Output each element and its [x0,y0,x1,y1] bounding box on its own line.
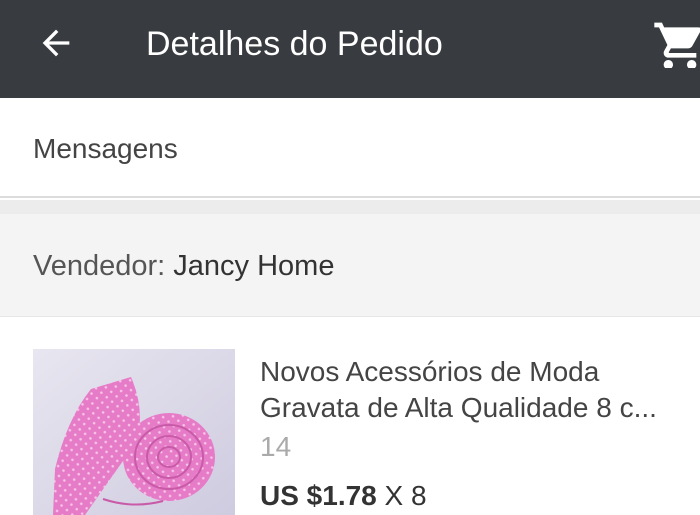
pink-necktie-image [33,349,235,515]
seller-name: Jancy Home [173,250,335,282]
seller-prefix: Vendedor: [33,250,166,282]
cart-button[interactable] [652,18,700,68]
product-name[interactable]: Novos Acessórios de Moda Gravata de Alta… [260,354,690,426]
product-image[interactable] [33,349,235,515]
arrow-left-icon [42,29,70,57]
messages-row[interactable]: Mensagens [0,98,700,198]
product-sub-value: 14 [260,431,292,462]
page-title: Detalhes do Pedido [146,25,443,63]
messages-label: Mensagens [33,133,178,164]
shopping-cart-icon [654,22,700,68]
product-quantity: X 8 [384,480,427,511]
price-line: US $1.78 X 8 [260,478,427,514]
section-divider [0,200,700,214]
product-price: US $1.78 [260,480,377,511]
product-item[interactable]: Novos Acessórios de Moda Gravata de Alta… [0,318,700,515]
app-bar: Detalhes do Pedido [0,0,700,98]
back-button[interactable] [30,22,82,64]
seller-text: Vendedor: Jancy Home [33,248,334,284]
seller-row[interactable]: Vendedor: Jancy Home [0,214,700,317]
